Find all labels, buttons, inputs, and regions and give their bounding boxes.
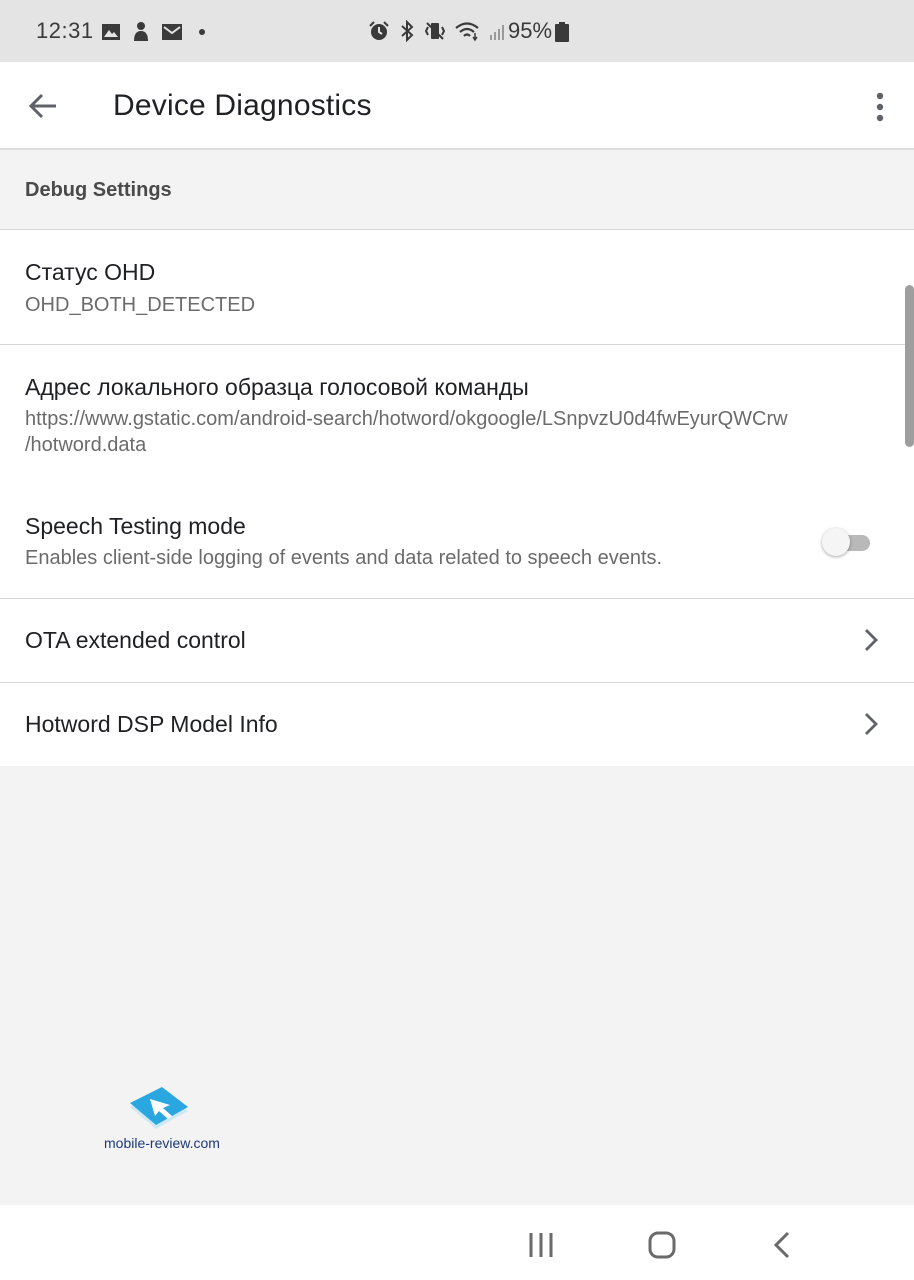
item-title: Hotword DSP Model Info (25, 711, 278, 737)
status-time: 12:31 (36, 18, 94, 43)
home-icon[interactable] (642, 1225, 682, 1265)
mobile-review-logo-icon (130, 1087, 188, 1129)
bluetooth-icon (401, 20, 414, 42)
back-icon[interactable] (764, 1225, 804, 1265)
list-item-ota-extended-control[interactable]: OTA extended control (0, 599, 914, 683)
chevron-right-icon (865, 713, 878, 735)
list-item-hotword-url[interactable]: Адрес локального образца голосовой коман… (0, 345, 914, 485)
app-bar: Device Diagnostics (0, 62, 914, 150)
watermark-logo: mobile-review.com (100, 1085, 230, 1155)
mail-icon (162, 24, 182, 40)
section-header: Debug Settings (0, 150, 914, 230)
speech-testing-toggle[interactable] (822, 527, 872, 557)
item-subtitle: OHD_BOTH_DETECTED (25, 294, 256, 316)
more-vert-icon[interactable] (868, 92, 892, 122)
settings-list: Статус OHD OHD_BOTH_DETECTED Адрес локал… (0, 230, 914, 766)
scrollbar[interactable] (905, 285, 914, 447)
item-subtitle-line1: https://www.gstatic.com/android-search/h… (25, 408, 788, 430)
nav-bar (0, 1205, 914, 1280)
list-item-speech-testing[interactable]: Speech Testing mode Enables client-side … (0, 485, 914, 599)
item-title: OTA extended control (25, 627, 246, 653)
battery-percent: 95% (508, 18, 553, 43)
list-item-ohd-status[interactable]: Статус OHD OHD_BOTH_DETECTED (0, 230, 914, 345)
toggle-thumb (822, 528, 850, 556)
dot-icon (199, 29, 205, 35)
image-icon (102, 24, 120, 40)
status-bar: 12:31 95% (0, 0, 914, 62)
vibrate-icon (424, 22, 446, 40)
item-title: Статус OHD (25, 259, 156, 285)
watermark-text: mobile-review.com (104, 1135, 220, 1151)
alarm-icon (369, 21, 389, 40)
item-title: Адрес локального образца голосовой коман… (25, 374, 529, 400)
list-item-hotword-dsp-model-info[interactable]: Hotword DSP Model Info (0, 683, 914, 766)
signal-icon (490, 25, 504, 40)
hand-icon (134, 22, 148, 41)
item-subtitle-line2: /hotword.data (25, 434, 147, 456)
arrow-back-icon[interactable] (28, 90, 60, 122)
wifi-icon (455, 22, 479, 42)
chevron-right-icon (865, 629, 878, 651)
notification-icons (101, 21, 211, 43)
battery-icon (555, 22, 569, 42)
system-icons (368, 20, 508, 42)
page-title: Device Diagnostics (113, 89, 372, 122)
recents-icon[interactable] (521, 1225, 561, 1265)
item-subtitle: Enables client-side logging of events an… (25, 547, 663, 569)
item-title: Speech Testing mode (25, 513, 246, 539)
section-title: Debug Settings (25, 179, 172, 201)
